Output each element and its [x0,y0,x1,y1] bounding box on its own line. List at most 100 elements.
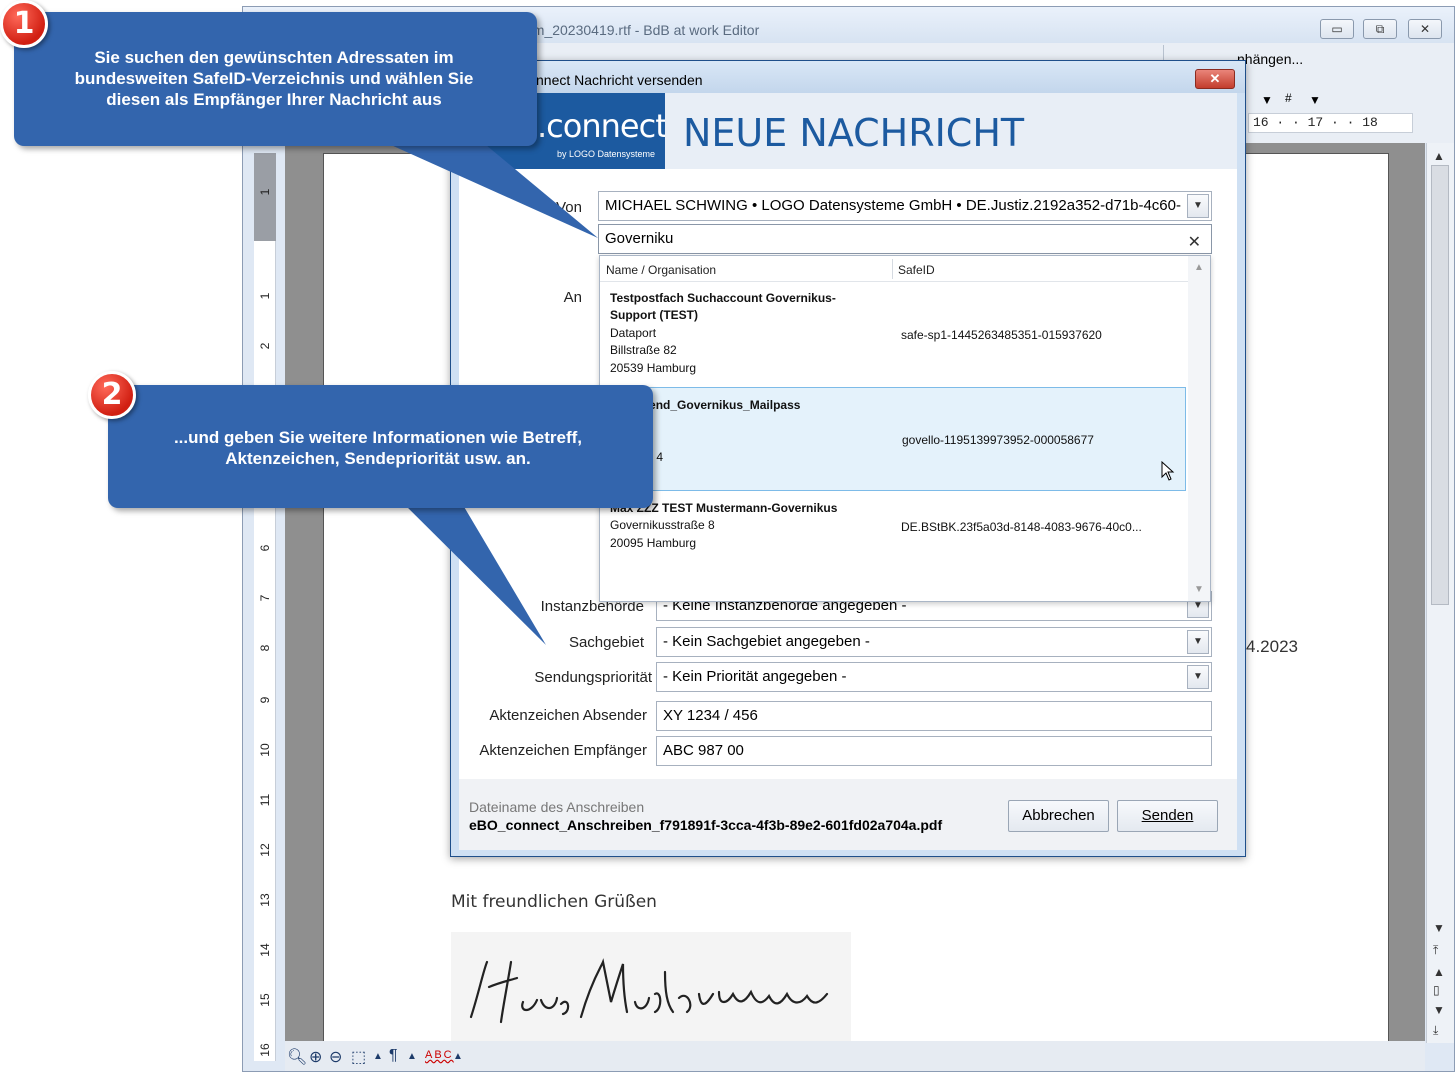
ruler-number: 14 [258,943,272,957]
result-safeid: DE.BStBK.23f5a03d-8148-4083-9676-40c0... [901,520,1142,534]
recipient-search-input[interactable]: Governiku ✕ [598,224,1212,254]
az-absender-label: Aktenzeichen Absender [489,707,647,724]
prev-page-icon[interactable]: ▲ [1433,965,1445,979]
file-name: eBO_connect_Anschreiben_f791891f-3cca-4f… [469,817,943,833]
zoom-out-icon[interactable]: ⊖ [329,1047,344,1067]
az-empfaenger-label: Aktenzeichen Empfänger [479,742,647,759]
ruler-number: 1 [258,292,272,300]
dropdown-arrow-icon[interactable]: ▲ [453,1051,465,1062]
results-scrollbar[interactable]: ▲ ▼ [1188,256,1210,601]
ruler-number: 10 [258,743,272,757]
result-row[interactable]: Max ZZZ TEST Mustermann-Governikus Gover… [600,496,1186,556]
sachgebiet-value: - Kein Sachgebiet angegeben - [663,633,870,650]
result-row-selected[interactable]: stbackend_Governikus_Mailpass ikus KG ik… [600,387,1186,491]
sender-select[interactable]: MICHAEL SCHWING • LOGO Datensysteme GmbH… [598,191,1212,221]
callout-1-text: Sie suchen den gewünschten Adressaten im… [74,48,474,109]
ruler-number: 11 [258,793,272,807]
date-text: 4.2023 [1246,637,1298,656]
result-street: Billstraße 82 [610,343,677,357]
scroll-down-icon[interactable]: ▼ [1433,921,1445,935]
signature-drawing [469,958,829,1024]
dialog-header: NEUE NACHRICHT [665,93,1237,169]
scroll-up-icon[interactable]: ▲ [1433,149,1445,163]
spellcheck-icon[interactable]: ABC [425,1049,454,1061]
sender-value: MICHAEL SCHWING • LOGO Datensysteme GmbH… [605,197,1181,214]
ruler-number: 7 [258,594,272,602]
step-2-badge: 2 [88,371,136,419]
attach-button[interactable]: nhängen... [1237,51,1303,67]
page-up-icon[interactable]: ⤒ [1433,943,1438,958]
chevron-up-icon[interactable]: ▲ [1194,262,1204,273]
horizontal-ruler: 16 · · 17 · · 18 [1248,113,1413,133]
next-page-icon[interactable]: ▼ [1433,1003,1445,1017]
result-name: stbackend_Governikus_Mailpass [611,398,801,412]
dialog-titlebar: nnect Nachricht versenden ✕ [451,61,1245,93]
send-button[interactable]: Senden [1117,800,1218,832]
chevron-down-icon[interactable]: ▼ [1187,630,1209,654]
result-safeid: govello-1195139973952-000058677 [902,433,1094,447]
step-1-badge: 1 [0,0,48,48]
az-absender-value: XY 1234 / 456 [663,707,758,724]
chevron-down-icon[interactable]: ▼ [1194,584,1204,595]
column-name[interactable]: Name / Organisation [606,263,716,277]
mouse-cursor-icon [1161,461,1175,481]
callout-1: Sie suchen den gewünschten Adressaten im… [14,12,537,146]
result-org: ikus KG [611,414,891,431]
maximize-button[interactable]: ⧉ [1363,19,1397,39]
az-absender-input[interactable]: XY 1234 / 456 [656,701,1212,731]
file-caption: Dateiname des Anschreiben [469,799,645,815]
zoom-in-icon[interactable]: ⊕ [309,1047,324,1067]
close-window-button[interactable]: ✕ [1408,19,1442,39]
results-header: Name / Organisation SafeID [600,256,1190,282]
dropdown-arrow-icon[interactable]: ▼ [1261,93,1273,107]
ruler-number: 6 [258,544,272,552]
prioritaet-select[interactable]: - Kein Priorität angegeben - ▼ [656,662,1212,692]
dialog-close-button[interactable]: ✕ [1195,69,1235,89]
recipient-results-list: Name / Organisation SafeID Testpostfach … [599,255,1211,602]
result-safeid: safe-sp1-1445263485351-015937620 [901,328,1102,342]
pilcrow-icon[interactable]: ¶ [389,1047,400,1065]
ruler-number: 16 [258,1043,272,1057]
result-street: chulring 4 [611,450,664,464]
callout-2-pointer [400,500,546,645]
ruler-number: 9 [258,696,272,704]
result-org: Dataport [610,326,657,340]
dialog-footer: Dateiname des Anschreiben eBO_connect_An… [459,789,1237,850]
status-bar: 🔍︎ ⊕ ⊖ ⬚ ▲ ¶ ▲ ABC ▲ [285,1041,1425,1071]
ruler-number: 2 [258,342,272,350]
result-city: Bremen [611,467,891,484]
an-label: An [563,289,582,306]
result-org: ikus KG [611,432,891,449]
dialog-heading: NEUE NACHRICHT [683,111,1025,155]
ruler-number: 13 [258,893,272,907]
scrollbar-thumb[interactable] [1431,165,1449,605]
page-down-icon[interactable]: ⤓ [1433,1023,1438,1038]
dialog-title: nnect Nachricht versenden [536,72,703,88]
hash-button[interactable]: # [1285,91,1292,105]
chevron-down-icon[interactable]: ▼ [1187,194,1209,218]
page-icon[interactable]: ▯ [1433,983,1440,997]
prioritaet-value: - Kein Priorität angegeben - [663,668,847,685]
result-name: Support (TEST) [610,308,698,322]
result-name: Testpostfach Suchaccount Governikus- [610,291,836,305]
chevron-down-icon[interactable]: ▼ [1187,665,1209,689]
result-city: 20539 Hamburg [610,361,697,375]
result-name: Max ZZZ TEST Mustermann-Governikus [610,501,838,515]
minimize-button[interactable]: ▭ [1320,19,1354,39]
az-empfaenger-input[interactable]: ABC 987 00 [656,736,1212,766]
sachgebiet-select[interactable]: - Kein Sachgebiet angegeben - ▼ [656,627,1212,657]
dropdown-arrow-icon[interactable]: ▼ [1309,93,1321,107]
clear-search-icon[interactable]: ✕ [1188,229,1201,253]
signature-image [451,932,851,1042]
column-safeid[interactable]: SafeID [898,263,935,277]
cancel-button[interactable]: Abbrechen [1008,800,1109,832]
vertical-scrollbar[interactable]: ▲ ▼ ⤒ ▲ ▯ ▼ ⤓ [1426,143,1454,1043]
fit-page-icon[interactable]: ⬚ [351,1047,368,1067]
result-city: 20095 Hamburg [610,536,697,550]
zoom-icon[interactable]: 🔍︎ [287,1047,309,1067]
result-row[interactable]: Testpostfach Suchaccount Governikus- Sup… [600,286,1186,386]
dropdown-arrow-icon[interactable]: ▲ [407,1051,419,1062]
column-separator [892,259,893,279]
dropdown-arrow-icon[interactable]: ▲ [373,1051,385,1062]
greeting-text: Mit freundlichen Grüßen [451,892,657,912]
